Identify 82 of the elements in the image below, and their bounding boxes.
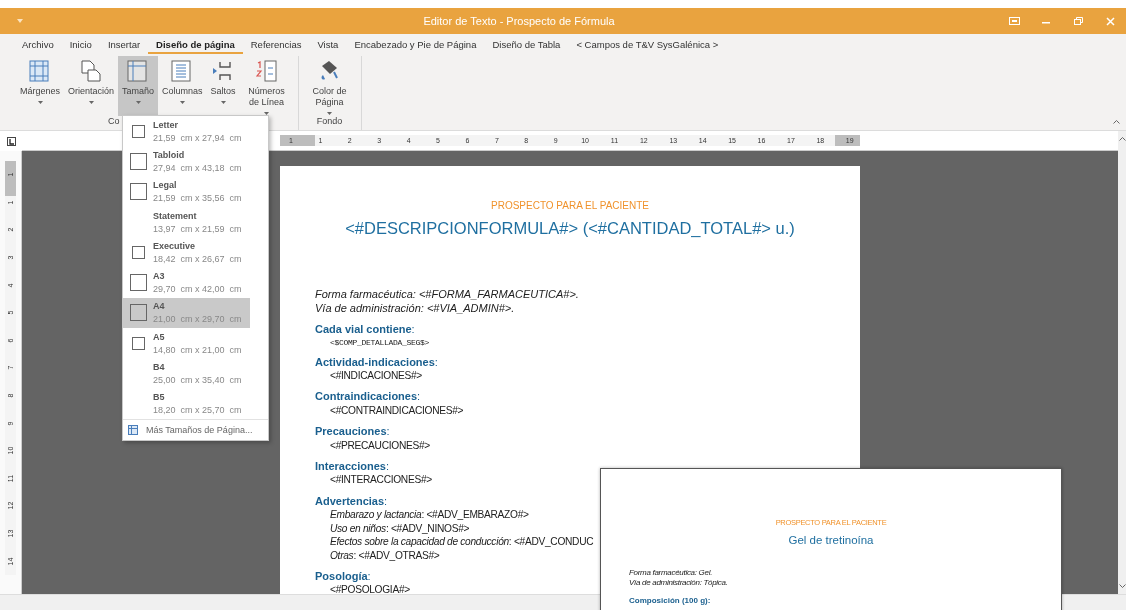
more-sizes-item[interactable]: Más Tamaños de Página... <box>146 424 253 435</box>
ribbon-button[interactable]: Color de Página <box>302 56 357 116</box>
page-shape-icon <box>131 245 145 259</box>
caret-icon <box>220 101 226 104</box>
line-numbers-icon <box>255 60 278 82</box>
page-size-option[interactable]: Executive 18,42 cm x 26,67 cm <box>123 237 250 268</box>
page-shape-icon <box>129 274 147 292</box>
ribbon-button[interactable]: Saltos <box>206 56 240 116</box>
margins-icon <box>29 60 51 82</box>
section-heading: Contraindicaciones: <box>315 390 421 404</box>
section-heading: Precauciones: <box>315 425 390 439</box>
ribbon-button[interactable]: Márgenes <box>16 56 65 116</box>
menu-tab[interactable]: < Campos de T&V SysGalénica > <box>568 36 727 54</box>
ribbon-button[interactable]: Orientación <box>64 56 119 116</box>
section-heading: Posología: <box>315 569 371 584</box>
group-label: Fondo <box>316 116 343 128</box>
document-text: <#CONTRAINDICACIONES#> <box>329 403 464 418</box>
document-text: Vía de administración: <#VIA_ADMIN#>. <box>315 301 516 316</box>
tab-selector-icon[interactable] <box>6 136 16 146</box>
ribbon-button[interactable]: Columnas <box>158 56 207 116</box>
restore-icon[interactable] <box>1073 17 1083 25</box>
menu-tab[interactable]: Vista <box>309 36 347 54</box>
document-text: <$COMP_DETALLADA_SEG$> <box>329 336 430 348</box>
page-size-option[interactable]: Statement 13,97 cm x 21,59 cm <box>123 206 250 238</box>
menu-tab[interactable]: Diseño de página <box>148 36 243 54</box>
page-shape-icon <box>131 124 145 138</box>
columns-icon <box>171 60 194 82</box>
window-title: Editor de Texto - Prospecto de Fórmula <box>422 15 616 27</box>
scroll-down-icon[interactable] <box>1118 584 1126 588</box>
document-title: <#DESCRIPCIONFORMULA#> (<#CANTIDAD_TOTAL#> u.) <box>344 218 796 239</box>
display-options-icon[interactable] <box>1008 17 1020 25</box>
document-title: Gel de tretinoína <box>787 533 875 547</box>
document-text: Vía de administración: Tópica. <box>629 578 729 588</box>
caret-icon <box>135 101 141 104</box>
document-text: Forma farmacéutica: <#FORMA_FARMACEUTICA#>. <box>315 288 580 302</box>
collapse-icon[interactable] <box>1113 120 1120 124</box>
section-heading: Interacciones: <box>315 460 389 474</box>
section-heading: Cada vial contiene: <box>315 323 415 337</box>
caret-icon <box>327 112 333 115</box>
menu-tab[interactable]: Inicio <box>61 36 100 54</box>
page-shape-icon <box>129 152 147 170</box>
document-text: Uso en niños: <#ADV_NINOS#> <box>329 521 470 536</box>
page-shape-icon <box>129 183 147 201</box>
document-text: Otras: <#ADV_OTRAS#> <box>329 548 440 562</box>
caret-icon <box>179 101 185 104</box>
document-text: <#POSOLOGIA#> <box>329 583 410 594</box>
caret-icon <box>37 101 43 104</box>
group-label: Co <box>107 116 120 128</box>
quick-access-icon[interactable] <box>17 19 23 23</box>
page-shape-icon <box>129 304 147 322</box>
page-size-option[interactable]: B5 18,20 cm x 25,70 cm <box>123 388 250 419</box>
menu-tab[interactable]: Archivo <box>14 36 62 54</box>
section-heading: Advertencias: <box>315 494 388 509</box>
menu-tab[interactable]: Referencias <box>242 36 310 54</box>
menu-tab[interactable]: Diseño de Tabla <box>484 36 569 54</box>
close-icon[interactable] <box>1105 16 1115 26</box>
page-size-option[interactable]: Tabloid 27,94 cm x 43,18 cm <box>123 146 250 177</box>
section-heading: Actividad-indicaciones: <box>315 355 438 370</box>
scroll-up-icon[interactable] <box>1118 137 1126 141</box>
page-size-option[interactable]: Legal 21,59 cm x 35,56 cm <box>123 176 250 207</box>
document-text: <#PRECAUCIONES#> <box>329 438 430 453</box>
document-text: Efectos sobre la capacidad de conducción: <#ADV_CONDUC <box>329 535 594 549</box>
document-header: PROSPECTO PARA EL PACIENTE <box>490 199 650 213</box>
page-size-option[interactable]: B4 25,00 cm x 35,40 cm <box>123 358 250 389</box>
document-text: Forma farmacéutica: Gel. <box>629 568 714 578</box>
document-text: <#INTERACCIONES#> <box>329 473 432 487</box>
menu-tab[interactable]: Insertar <box>99 36 149 54</box>
caret-icon <box>88 101 94 104</box>
ribbon-button[interactable]: Tamaño <box>118 56 159 116</box>
section-heading: Composición (100 g): <box>629 596 712 606</box>
page-size-option[interactable]: Letter 21,59 cm x 27,94 cm <box>123 116 250 147</box>
scrollbar[interactable] <box>1118 131 1126 594</box>
page-size-icon <box>128 424 138 435</box>
ribbon-button[interactable]: Números de Línea <box>239 56 294 116</box>
orientation-icon <box>80 60 103 82</box>
page-shape-icon <box>131 336 145 350</box>
document-text: Embarazo y lactancia: <#ADV_EMBARAZO#> <box>329 508 529 522</box>
document-text: <#INDICACIONES#> <box>329 369 423 383</box>
page-size-icon <box>127 60 150 82</box>
menu-tab[interactable]: Encabezado y Pie de Página <box>346 36 485 54</box>
page-size-option[interactable]: A3 29,70 cm x 42,00 cm <box>123 267 250 298</box>
page-size-option[interactable]: A5 14,80 cm x 21,00 cm <box>123 328 250 359</box>
